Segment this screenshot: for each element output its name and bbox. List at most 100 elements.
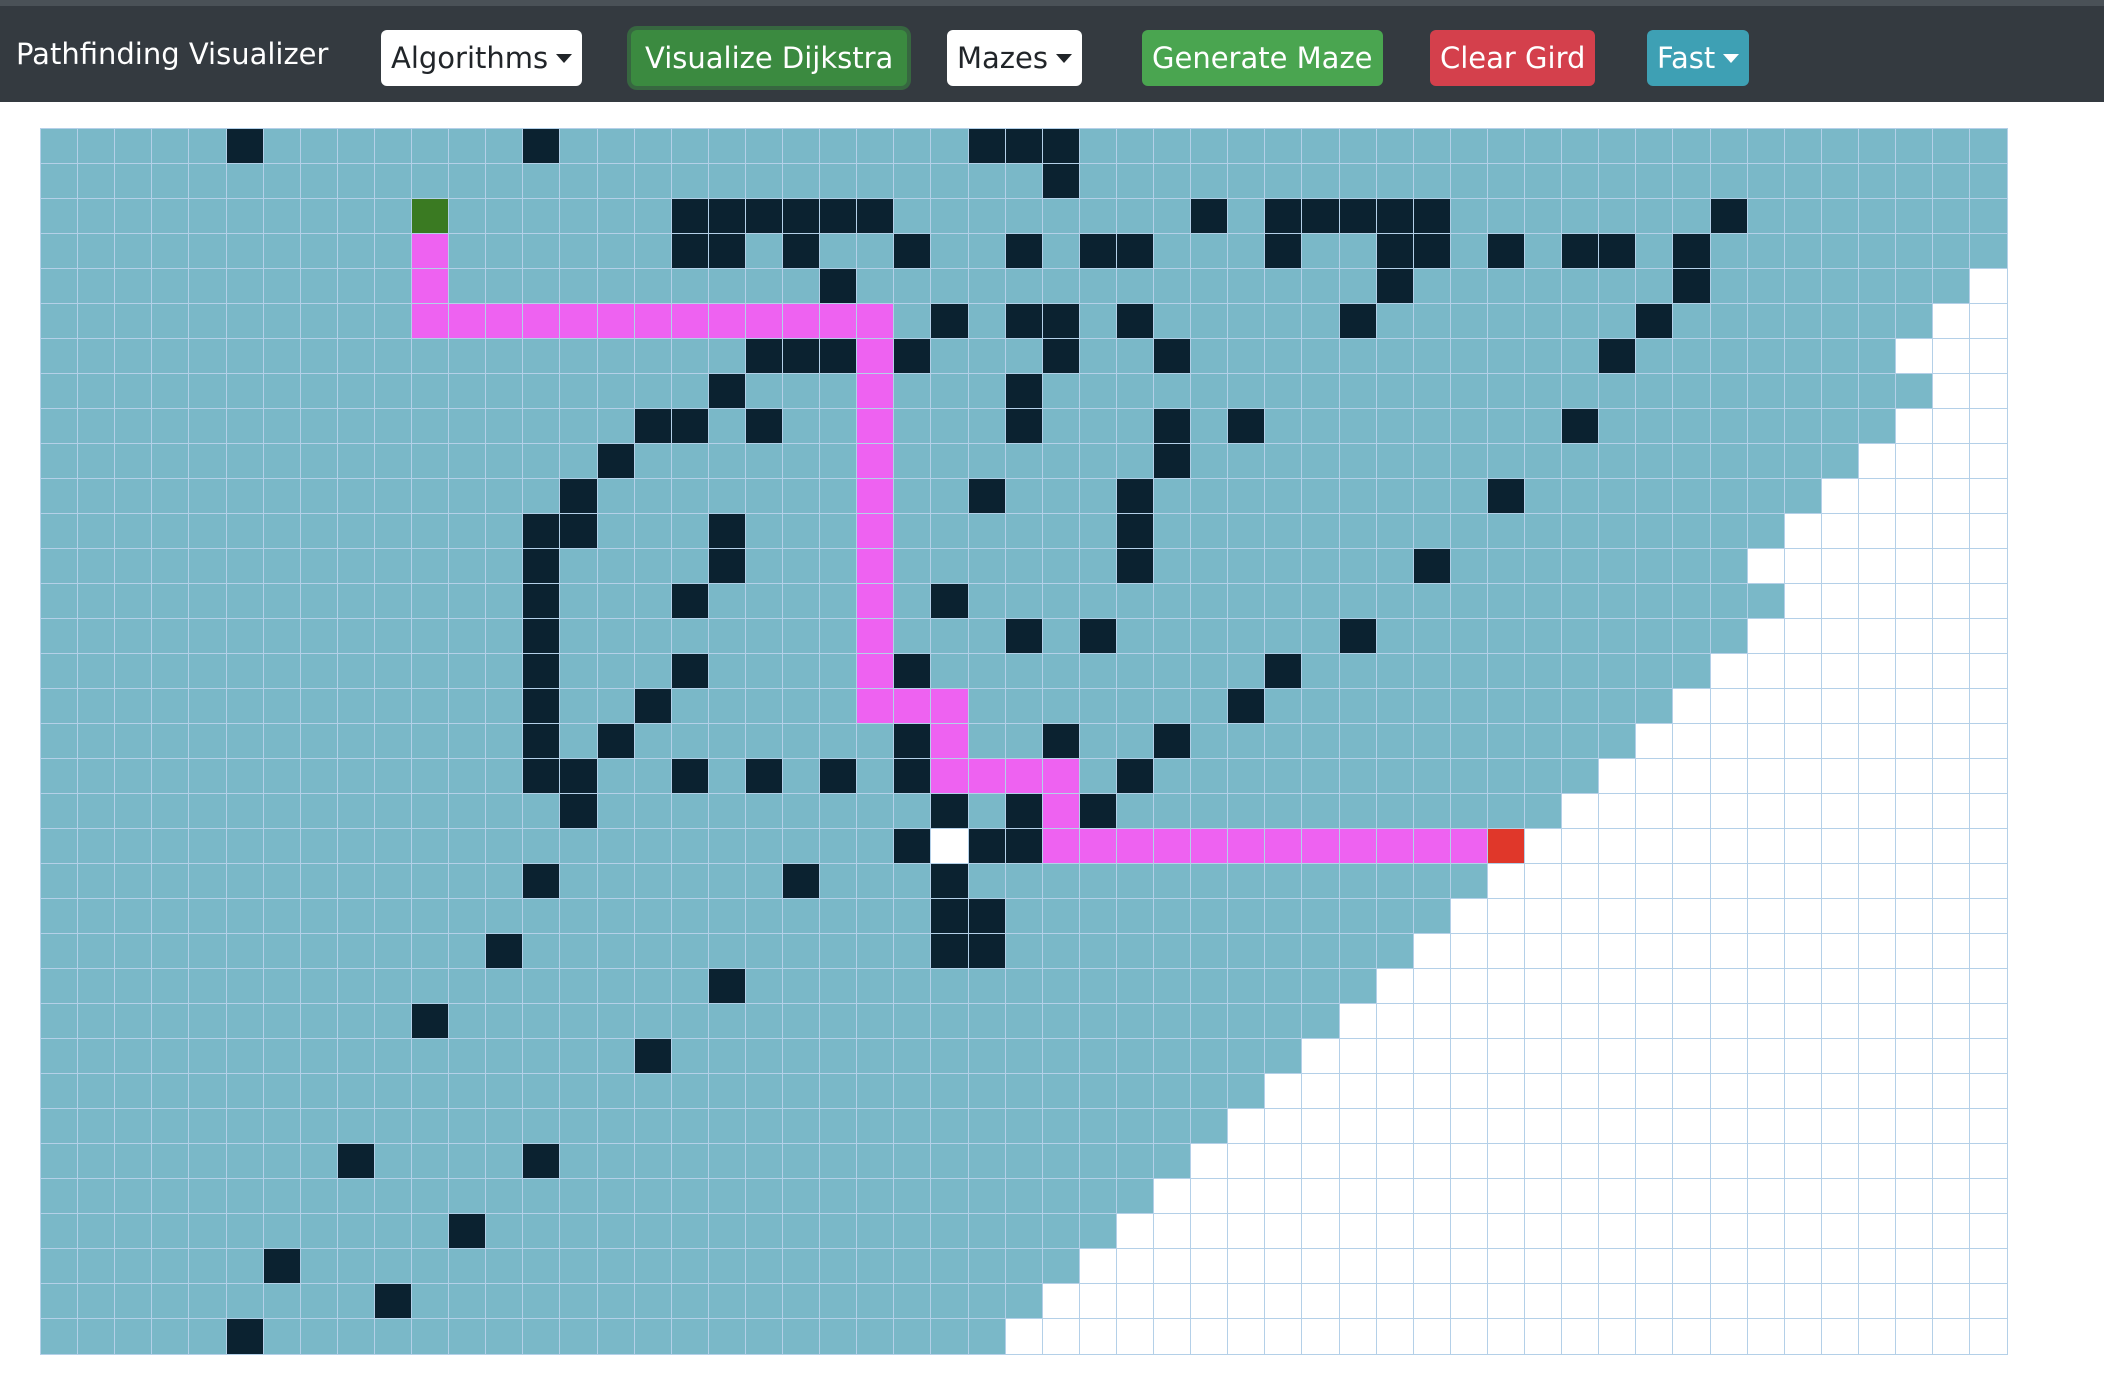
- visited-cell[interactable]: [856, 1073, 895, 1110]
- visited-cell[interactable]: [448, 583, 487, 620]
- visited-cell[interactable]: [1672, 548, 1711, 585]
- visited-cell[interactable]: [930, 1248, 969, 1285]
- visited-cell[interactable]: [1041, 1248, 1081, 1285]
- visited-cell[interactable]: [373, 933, 413, 970]
- wall-cell[interactable]: [1153, 408, 1192, 445]
- visited-cell[interactable]: [373, 1143, 413, 1180]
- visited-cell[interactable]: [1004, 1108, 1044, 1145]
- visited-cell[interactable]: [411, 688, 450, 725]
- visited-cell[interactable]: [559, 1143, 598, 1180]
- visited-cell[interactable]: [262, 1283, 302, 1320]
- visited-cell[interactable]: [1746, 198, 1786, 235]
- visited-cell[interactable]: [707, 408, 747, 445]
- grid-cell[interactable]: [1190, 1178, 1229, 1215]
- grid-cell[interactable]: [1449, 898, 1489, 935]
- grid-cell[interactable]: [1153, 1213, 1192, 1250]
- grid-cell[interactable]: [1672, 1248, 1711, 1285]
- visited-cell[interactable]: [262, 863, 302, 900]
- visited-cell[interactable]: [485, 163, 524, 200]
- grid-cell[interactable]: [1672, 898, 1711, 935]
- visited-cell[interactable]: [1190, 1108, 1229, 1145]
- visited-cell[interactable]: [225, 618, 265, 655]
- visited-cell[interactable]: [77, 1178, 116, 1215]
- visited-cell[interactable]: [596, 688, 636, 725]
- visited-cell[interactable]: [1746, 303, 1786, 340]
- visited-cell[interactable]: [782, 1283, 821, 1320]
- visited-cell[interactable]: [707, 1283, 747, 1320]
- visited-cell[interactable]: [522, 1318, 561, 1355]
- visited-cell[interactable]: [559, 1073, 598, 1110]
- visited-cell[interactable]: [1301, 898, 1340, 935]
- visited-cell[interactable]: [1969, 163, 2008, 200]
- visited-cell[interactable]: [1524, 373, 1563, 410]
- visited-cell[interactable]: [707, 1003, 747, 1040]
- visited-cell[interactable]: [299, 128, 339, 165]
- visited-cell[interactable]: [1375, 688, 1415, 725]
- visited-cell[interactable]: [373, 1178, 413, 1215]
- visited-cell[interactable]: [485, 128, 524, 165]
- grid-cell[interactable]: [1264, 1248, 1303, 1285]
- grid-cell[interactable]: [1524, 1248, 1563, 1285]
- visited-cell[interactable]: [188, 513, 227, 550]
- wall-cell[interactable]: [967, 933, 1007, 970]
- visited-cell[interactable]: [930, 163, 969, 200]
- visited-cell[interactable]: [1709, 128, 1749, 165]
- visited-cell[interactable]: [1375, 618, 1415, 655]
- visited-cell[interactable]: [559, 233, 598, 270]
- path-cell[interactable]: [559, 303, 598, 340]
- visited-cell[interactable]: [1190, 688, 1229, 725]
- wall-cell[interactable]: [522, 863, 561, 900]
- wall-cell[interactable]: [670, 233, 710, 270]
- visited-cell[interactable]: [1078, 303, 1118, 340]
- visited-cell[interactable]: [670, 1073, 710, 1110]
- visited-cell[interactable]: [77, 723, 116, 760]
- visited-cell[interactable]: [40, 653, 79, 690]
- visited-cell[interactable]: [485, 828, 524, 865]
- grid-cell[interactable]: [1746, 1283, 1786, 1320]
- grid-cell[interactable]: [1635, 1283, 1674, 1320]
- grid-cell[interactable]: [1895, 1213, 1934, 1250]
- visited-cell[interactable]: [485, 1038, 524, 1075]
- visited-cell[interactable]: [77, 303, 116, 340]
- grid-cell[interactable]: [1820, 653, 1860, 690]
- visited-cell[interactable]: [633, 1283, 673, 1320]
- visited-cell[interactable]: [40, 198, 79, 235]
- grid-cell[interactable]: [1635, 968, 1674, 1005]
- visited-cell[interactable]: [930, 408, 969, 445]
- visited-cell[interactable]: [1190, 513, 1229, 550]
- visited-cell[interactable]: [1524, 268, 1563, 305]
- grid-cell[interactable]: [1524, 1143, 1563, 1180]
- grid-cell[interactable]: [1932, 478, 1971, 515]
- grid-cell[interactable]: [1449, 1248, 1489, 1285]
- visited-cell[interactable]: [151, 1003, 190, 1040]
- visited-cell[interactable]: [373, 898, 413, 935]
- grid-cell[interactable]: [1672, 1038, 1711, 1075]
- visited-cell[interactable]: [1190, 793, 1229, 830]
- grid-cell[interactable]: [1820, 618, 1860, 655]
- wall-cell[interactable]: [448, 1213, 487, 1250]
- visited-cell[interactable]: [1115, 653, 1155, 690]
- visited-cell[interactable]: [485, 968, 524, 1005]
- grid-cell[interactable]: [1338, 1178, 1378, 1215]
- grid-cell[interactable]: [1895, 338, 1934, 375]
- visited-cell[interactable]: [633, 1213, 673, 1250]
- visited-cell[interactable]: [1227, 968, 1266, 1005]
- visited-cell[interactable]: [77, 268, 116, 305]
- grid-cell[interactable]: [1524, 933, 1563, 970]
- visited-cell[interactable]: [1932, 198, 1971, 235]
- wall-cell[interactable]: [336, 1143, 376, 1180]
- visited-cell[interactable]: [188, 863, 227, 900]
- visited-cell[interactable]: [1338, 268, 1378, 305]
- grid-cell[interactable]: [1857, 898, 1897, 935]
- visited-cell[interactable]: [596, 1108, 636, 1145]
- visited-cell[interactable]: [856, 1318, 895, 1355]
- visited-cell[interactable]: [1635, 373, 1674, 410]
- path-cell[interactable]: [930, 758, 969, 795]
- visited-cell[interactable]: [633, 898, 673, 935]
- grid-cell[interactable]: [1783, 793, 1823, 830]
- visited-cell[interactable]: [1338, 163, 1378, 200]
- wall-cell[interactable]: [930, 863, 969, 900]
- grid-cell[interactable]: [1709, 1038, 1749, 1075]
- visited-cell[interactable]: [670, 1283, 710, 1320]
- visited-cell[interactable]: [1190, 233, 1229, 270]
